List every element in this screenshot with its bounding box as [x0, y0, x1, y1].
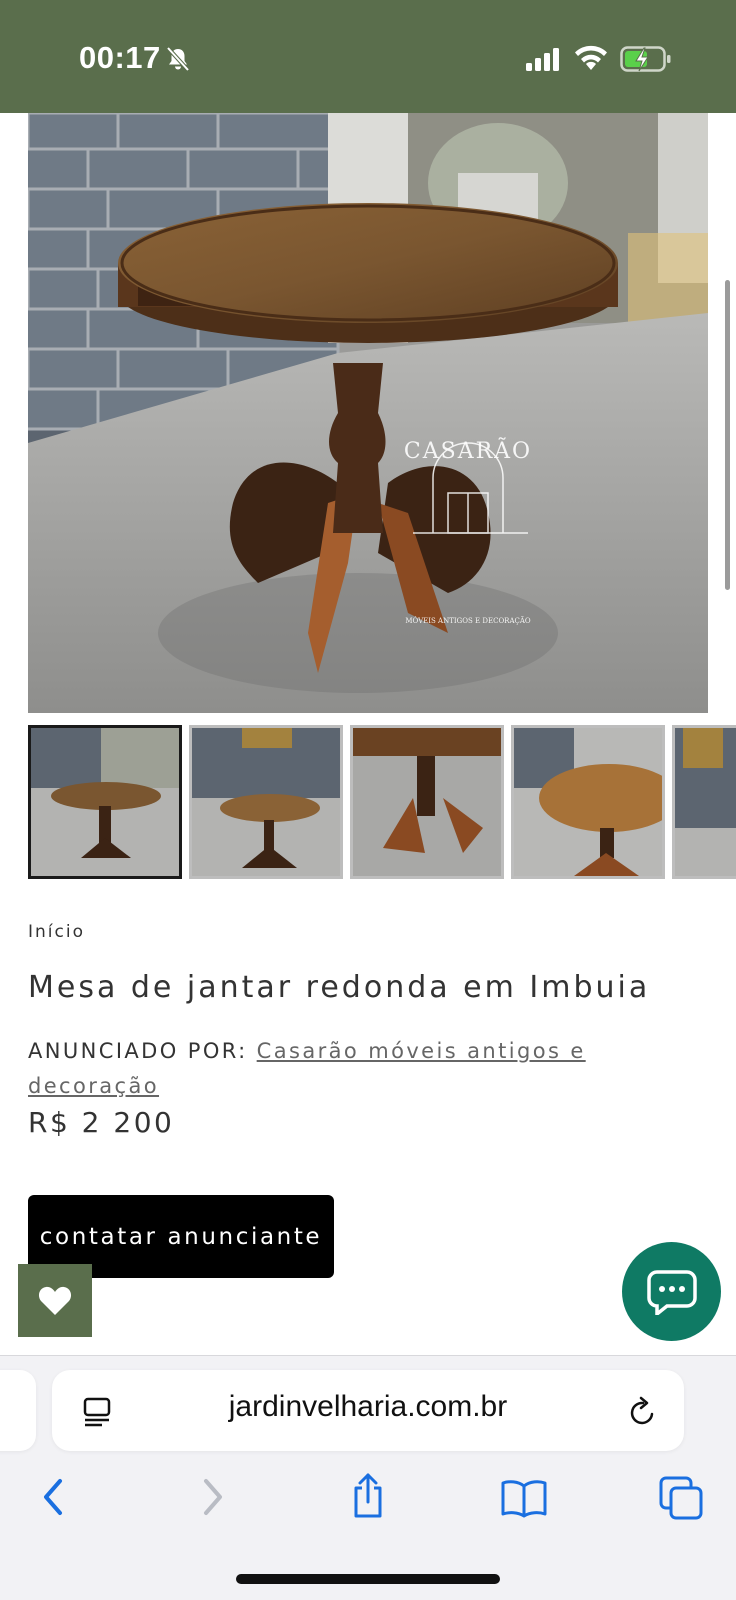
page-scrollbar[interactable] — [725, 280, 730, 590]
bookmarks-icon[interactable] — [500, 1478, 548, 1518]
forward-icon[interactable] — [196, 1477, 230, 1517]
status-bar: 00:17 — [0, 0, 736, 113]
bell-slash-icon — [166, 46, 190, 72]
product-main-image[interactable]: CASARÃO MÓVEIS ANTIGOS E DECORAÇÃO — [28, 113, 708, 713]
advertiser-label: ANUNCIADO POR: — [28, 1039, 248, 1063]
cellular-signal-icon — [526, 48, 559, 71]
url-text[interactable]: jardinvelharia.com.br — [130, 1390, 606, 1424]
back-icon[interactable] — [36, 1477, 70, 1517]
chat-bubble-icon — [646, 1269, 697, 1315]
share-icon[interactable] — [348, 1472, 388, 1520]
thumbnail-2[interactable] — [189, 725, 343, 879]
watermark-text: CASARÃO — [404, 436, 532, 464]
tabs-icon[interactable] — [659, 1476, 703, 1520]
thumbnail-3[interactable] — [350, 725, 504, 879]
watermark-tagline: MÓVEIS ANTIGOS E DECORAÇÃO — [405, 616, 531, 625]
breadcrumb[interactable]: Início — [28, 922, 85, 942]
chat-button[interactable] — [622, 1242, 721, 1341]
thumbnail-strip — [28, 725, 736, 879]
wifi-icon — [575, 45, 607, 70]
thumbnail-5[interactable] — [672, 725, 736, 879]
product-price: R$ 2 200 — [28, 1106, 175, 1139]
heart-icon — [38, 1286, 72, 1315]
reload-icon[interactable] — [628, 1396, 658, 1428]
advertiser-line: ANUNCIADO POR: Casarão móveis antigos e … — [28, 1034, 708, 1104]
status-time: 00:17 — [79, 40, 161, 75]
favorite-button[interactable] — [18, 1264, 92, 1337]
previous-tab-pill[interactable] — [0, 1370, 36, 1451]
thumbnail-1[interactable] — [28, 725, 182, 879]
thumbnail-4[interactable] — [511, 725, 665, 879]
battery-charging-icon — [620, 46, 671, 72]
product-title: Mesa de jantar redonda em Imbuia — [28, 970, 651, 1005]
home-indicator — [236, 1574, 500, 1584]
reader-icon[interactable] — [82, 1396, 112, 1428]
